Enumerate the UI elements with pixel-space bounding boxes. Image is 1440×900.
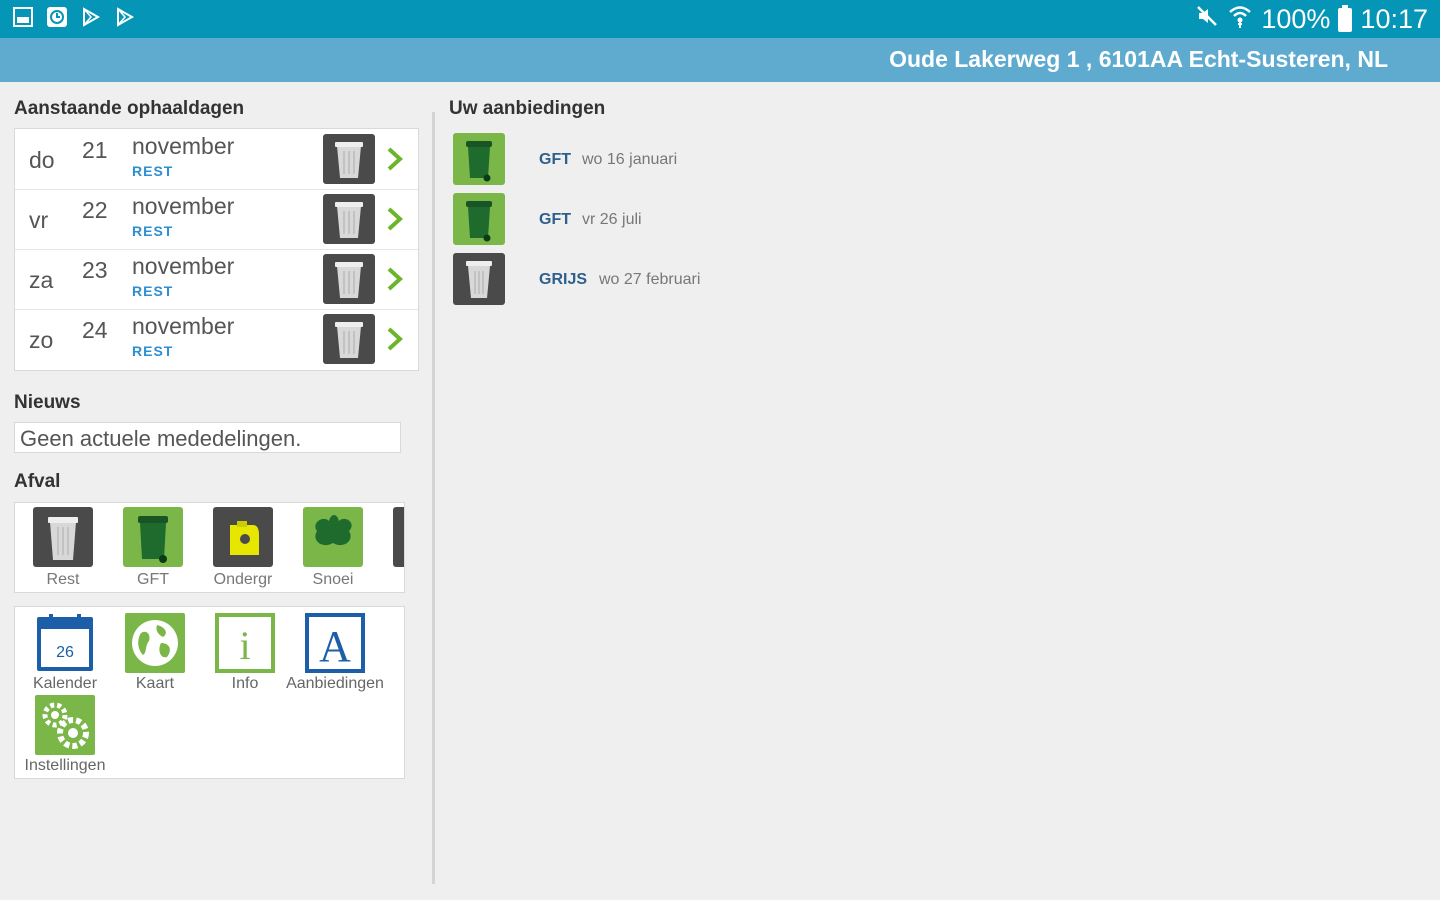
afval-tile-rest[interactable]: Rest [18, 507, 108, 589]
status-bar: 100% 10:17 [0, 0, 1440, 38]
menu-item-kalender[interactable]: 26 Kalender [15, 613, 115, 693]
weekday: vr [29, 207, 49, 233]
offer-date: wo 27 februari [599, 271, 701, 288]
menu-item-label: Kalender [32, 675, 98, 692]
offer-type: GRIJS [539, 271, 588, 288]
gallery-icon [12, 6, 34, 28]
info-icon: i [215, 613, 275, 673]
grey-bin-icon [323, 254, 375, 304]
upcoming-row[interactable]: zo 24 november REST [15, 309, 418, 369]
offer-type: GFT [539, 211, 571, 228]
upcoming-row[interactable]: vr 22 november REST [15, 189, 418, 250]
menu-item-label: Kaart [135, 675, 175, 692]
afval-tile-label: G [378, 571, 404, 589]
news-title: Nieuws [14, 392, 81, 413]
weekday: za [29, 267, 54, 293]
upcoming-row[interactable]: za 23 november REST [15, 249, 418, 310]
day-number: 22 [82, 197, 108, 223]
svg-text:A: A [319, 622, 351, 671]
svg-text:i: i [239, 623, 250, 668]
main-menu: 26 Kalender Kaart i Info A Aanbiedingen … [14, 606, 405, 779]
offer-item[interactable]: GRIJS wo 27 februari [453, 253, 953, 307]
play-store-icon [80, 6, 102, 28]
globe-icon [125, 613, 185, 673]
offer-item[interactable]: GFT vr 26 juli [453, 193, 953, 247]
leaf-icon [303, 507, 363, 567]
menu-item-kaart[interactable]: Kaart [105, 613, 205, 693]
chevron-right-icon[interactable] [383, 265, 407, 293]
grey-bin-icon [323, 314, 375, 364]
offer-date: vr 26 juli [582, 211, 642, 228]
mute-icon [1195, 4, 1219, 35]
afval-tile-snoei[interactable]: Snoei [288, 507, 378, 589]
month: november [132, 133, 235, 159]
afval-tile-gft[interactable]: GFT [108, 507, 198, 589]
grey-bin-icon [453, 253, 505, 305]
offers-title: Uw aanbiedingen [449, 98, 606, 119]
gears-icon [35, 695, 95, 755]
calendar-day: 26 [56, 644, 74, 661]
address-bar: Oude Lakerweg 1 , 6101AA Echt-Susteren, … [0, 38, 1440, 82]
upcoming-row[interactable]: do 21 november REST [15, 129, 418, 190]
system-status: 100% 10:17 [1195, 3, 1428, 36]
news-box: Geen actuele mededelingen. [14, 422, 401, 453]
menu-item-label: Aanbiedingen [286, 675, 384, 692]
column-divider [432, 112, 435, 884]
offer-type: GFT [539, 151, 571, 168]
day-number: 24 [82, 317, 108, 343]
afval-tile-partial[interactable]: G [378, 507, 404, 589]
afval-tile-label: GFT [137, 571, 169, 588]
upcoming-list: do 21 november REST vr 22 november REST … [14, 128, 419, 371]
waste-type: REST [132, 343, 174, 359]
chevron-right-icon[interactable] [383, 145, 407, 173]
grey-bin-icon [323, 134, 375, 184]
afval-tile-ondergr[interactable]: Ondergr [198, 507, 288, 589]
partial-icon [393, 507, 404, 567]
wifi-icon [1227, 3, 1253, 36]
grey-bin-icon [323, 194, 375, 244]
calendar-icon: 26 [35, 613, 95, 673]
afval-tile-label: Ondergr [213, 571, 273, 588]
menu-item-label: Instellingen [24, 757, 106, 774]
month: november [132, 193, 235, 219]
notification-icons [12, 6, 136, 28]
green-bin-icon [123, 507, 183, 567]
address-label[interactable]: Oude Lakerweg 1 , 6101AA Echt-Susteren, … [889, 46, 1388, 73]
menu-item-instellingen[interactable]: Instellingen [15, 695, 115, 775]
grey-bin-icon [33, 507, 93, 567]
chevron-right-icon[interactable] [383, 325, 407, 353]
upcoming-title: Aanstaande ophaaldagen [14, 98, 245, 119]
letter-a-icon: A [305, 613, 365, 673]
day-number: 21 [82, 137, 108, 163]
menu-item-aanbiedingen[interactable]: A Aanbiedingen [285, 613, 385, 693]
day-number: 23 [82, 257, 108, 283]
waste-type: REST [132, 223, 174, 239]
battery-icon [1338, 4, 1353, 32]
menu-item-info[interactable]: i Info [195, 613, 295, 693]
offer-date: wo 16 januari [582, 151, 678, 168]
chevron-right-icon[interactable] [383, 205, 407, 233]
play-store-icon [114, 6, 136, 28]
battery-percent: 100% [1261, 4, 1331, 34]
afval-title: Afval [14, 471, 61, 492]
waste-type: REST [132, 283, 174, 299]
menu-item-label: Info [231, 675, 259, 692]
waste-type: REST [132, 163, 174, 179]
offer-item[interactable]: GFT wo 16 januari [453, 133, 953, 187]
afval-tile-label: Snoei [312, 571, 354, 588]
green-bin-icon [453, 193, 505, 245]
clock-time: 10:17 [1360, 4, 1428, 34]
month: november [132, 313, 235, 339]
afval-tiles: Rest GFT Ondergr Snoei G [14, 502, 405, 593]
month: november [132, 253, 235, 279]
afval-tile-label: Rest [46, 571, 80, 588]
underground-container-icon [213, 507, 273, 567]
green-bin-icon [453, 133, 505, 185]
weekday: do [29, 147, 55, 173]
weekday: zo [29, 327, 54, 353]
clock-app-icon [46, 6, 68, 28]
